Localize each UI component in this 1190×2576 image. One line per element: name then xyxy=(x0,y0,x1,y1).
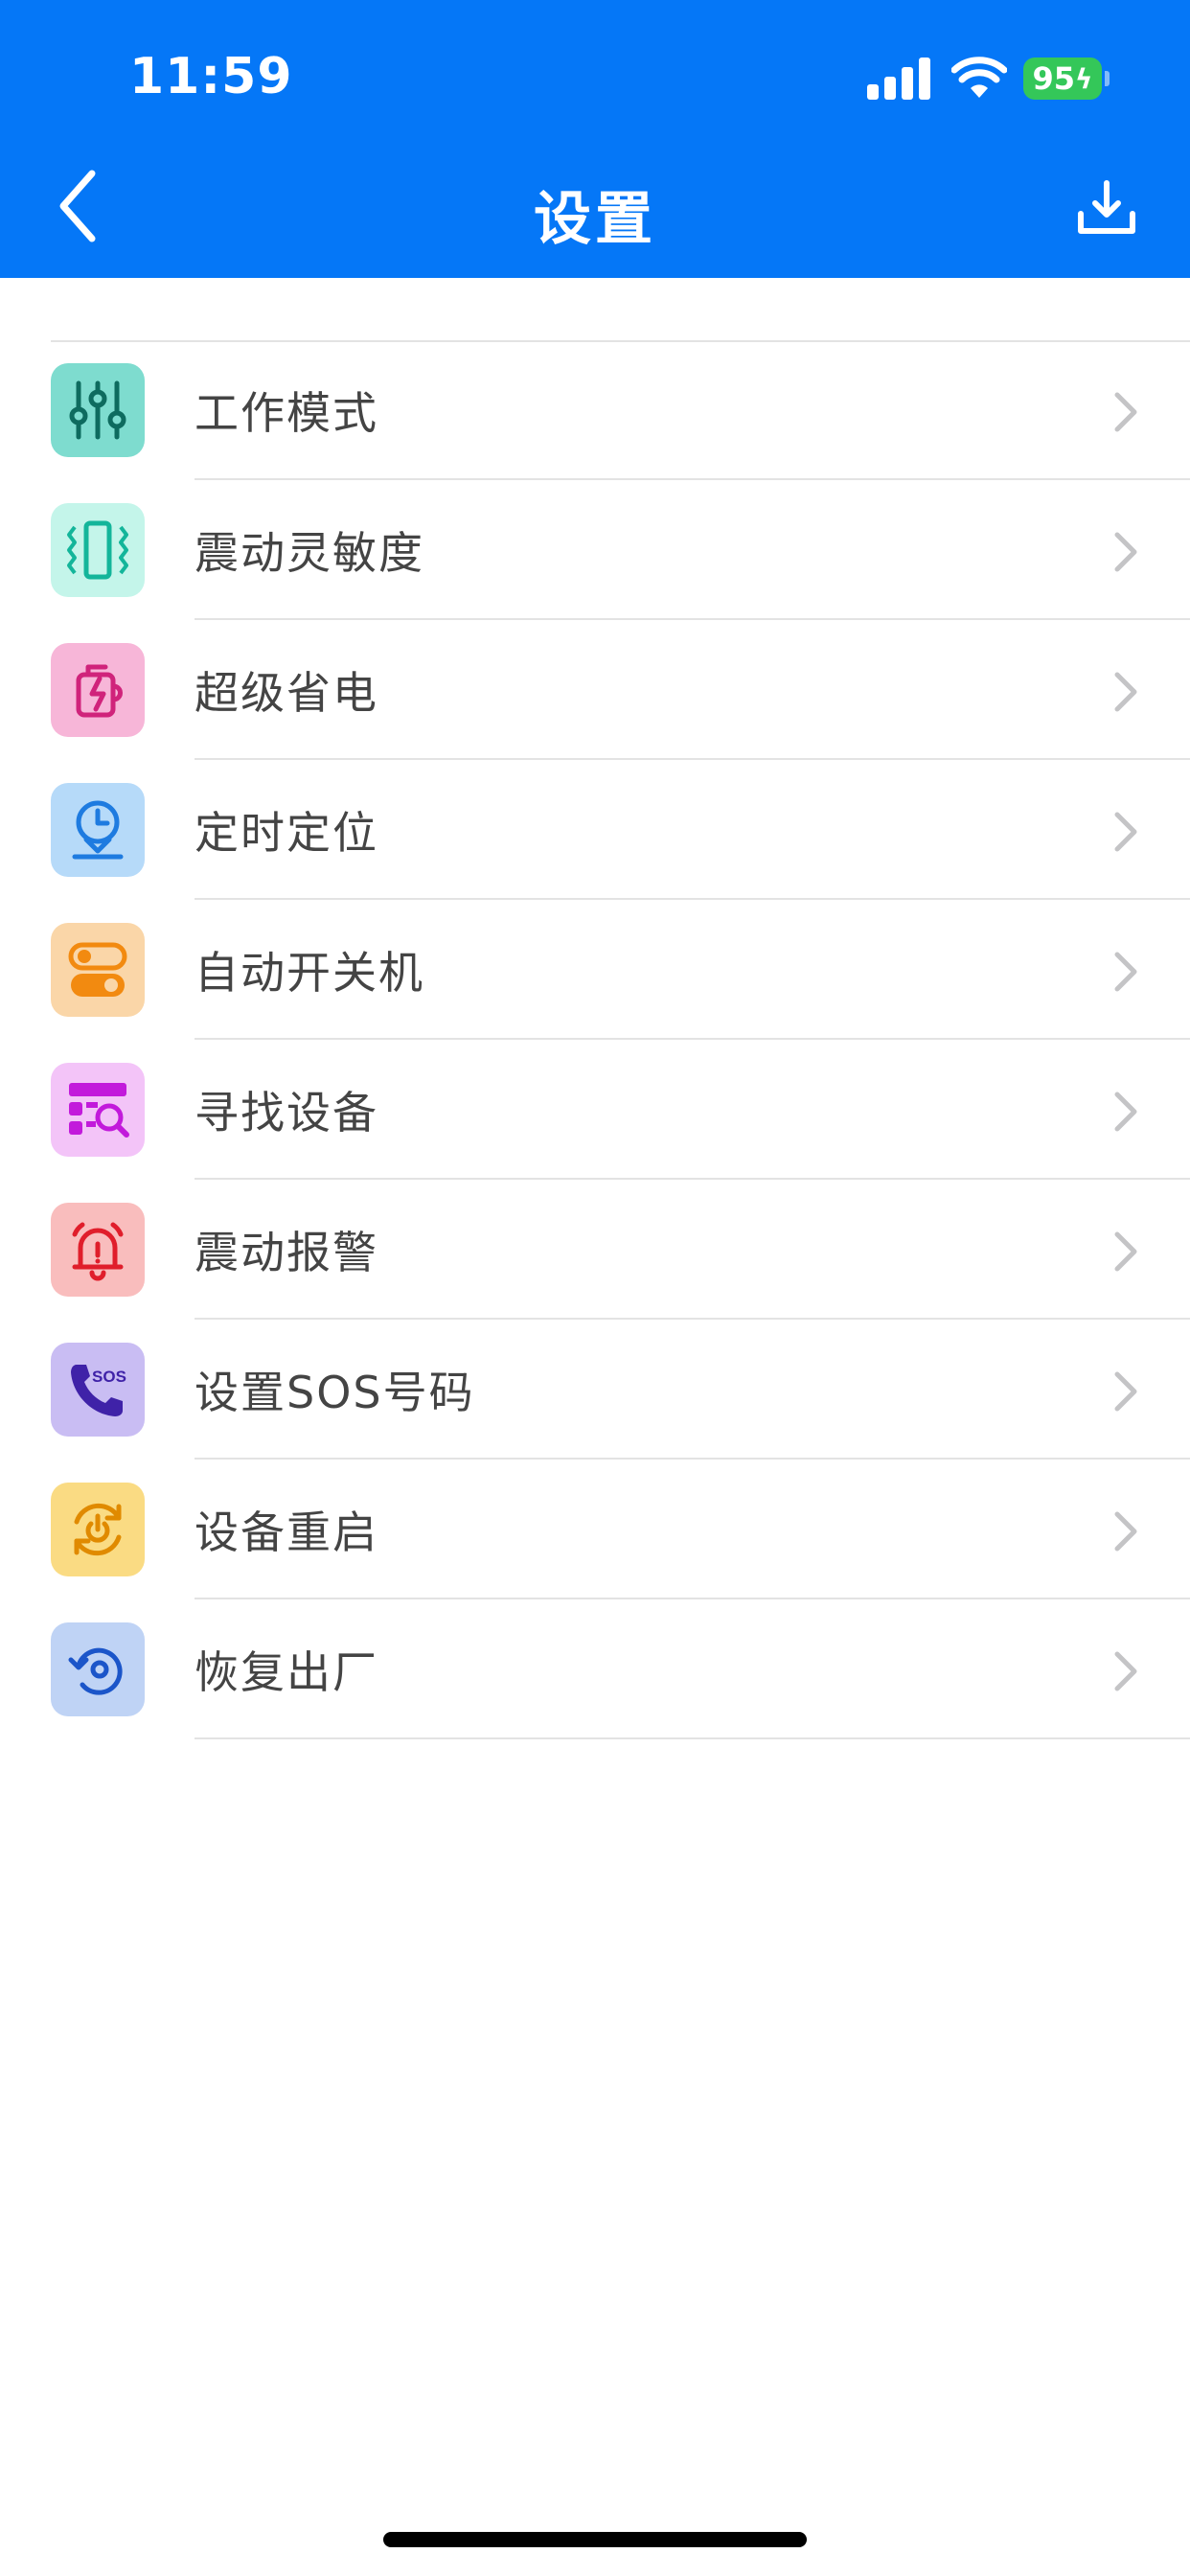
chevron-right-icon xyxy=(1114,1371,1137,1412)
navigation-header: 11:59 95 ϟ 设置 xyxy=(0,0,1190,278)
settings-item-label: 自动开关机 xyxy=(195,947,424,999)
chevron-right-icon xyxy=(1114,1511,1137,1552)
settings-list: 工作模式 震动灵敏度 超级省电 定时定位 自动开关机 寻找设备 震动报警 SOS… xyxy=(0,340,1190,1739)
vibration-icon xyxy=(51,503,145,597)
download-icon[interactable] xyxy=(1075,177,1138,241)
home-indicator[interactable] xyxy=(383,2532,807,2547)
restart-icon xyxy=(51,1483,145,1576)
svg-text:SOS: SOS xyxy=(92,1368,126,1386)
page-title: 设置 xyxy=(534,186,656,253)
settings-item-label: 定时定位 xyxy=(195,807,378,859)
battery-cap xyxy=(1105,71,1110,86)
settings-item-label: 震动报警 xyxy=(195,1227,378,1278)
settings-item-vibration-alarm[interactable]: 震动报警 xyxy=(0,1180,1190,1320)
charging-bolt-icon: ϟ xyxy=(1075,62,1093,95)
status-time: 11:59 xyxy=(129,48,293,105)
battery-indicator: 95 ϟ xyxy=(1023,58,1102,100)
sos-phone-icon: SOS xyxy=(51,1343,145,1437)
settings-item-label: 设备重启 xyxy=(195,1506,378,1558)
sliders-icon xyxy=(51,363,145,457)
find-device-icon xyxy=(51,1063,145,1157)
settings-item-auto-power-on-off[interactable]: 自动开关机 xyxy=(0,900,1190,1040)
chevron-right-icon xyxy=(1114,1651,1137,1691)
chevron-right-icon xyxy=(1114,672,1137,712)
settings-item-work-mode[interactable]: 工作模式 xyxy=(0,340,1190,480)
settings-item-scheduled-location[interactable]: 定时定位 xyxy=(0,760,1190,900)
clock-location-icon xyxy=(51,783,145,877)
chevron-right-icon xyxy=(1114,812,1137,852)
battery-level: 95 xyxy=(1032,60,1076,97)
chevron-right-icon xyxy=(1114,1092,1137,1132)
chevron-right-icon xyxy=(1114,952,1137,992)
power-save-icon xyxy=(51,643,145,737)
chevron-right-icon xyxy=(1114,1231,1137,1272)
settings-item-find-device[interactable]: 寻找设备 xyxy=(0,1040,1190,1180)
chevron-right-icon xyxy=(1114,392,1137,432)
settings-item-label: 恢复出厂 xyxy=(195,1646,378,1698)
settings-item-label: 工作模式 xyxy=(195,387,378,439)
settings-item-label: 设置SOS号码 xyxy=(195,1367,475,1418)
settings-item-vibration-sensitivity[interactable]: 震动灵敏度 xyxy=(0,480,1190,620)
cellular-signal-icon xyxy=(867,58,930,100)
settings-item-label: 寻找设备 xyxy=(195,1087,378,1138)
settings-item-device-restart[interactable]: 设备重启 xyxy=(0,1460,1190,1599)
factory-reset-icon xyxy=(51,1622,145,1716)
row-divider xyxy=(195,1737,1190,1739)
chevron-right-icon xyxy=(1114,532,1137,572)
settings-item-super-power-save[interactable]: 超级省电 xyxy=(0,620,1190,760)
settings-item-factory-reset[interactable]: 恢复出厂 xyxy=(0,1599,1190,1739)
wifi-icon xyxy=(951,57,1007,98)
alarm-bell-icon xyxy=(51,1203,145,1297)
settings-item-label: 超级省电 xyxy=(195,667,378,719)
toggle-icon xyxy=(51,923,145,1017)
settings-item-label: 震动灵敏度 xyxy=(195,527,424,579)
settings-item-sos-number[interactable]: SOS 设置SOS号码 xyxy=(0,1320,1190,1460)
